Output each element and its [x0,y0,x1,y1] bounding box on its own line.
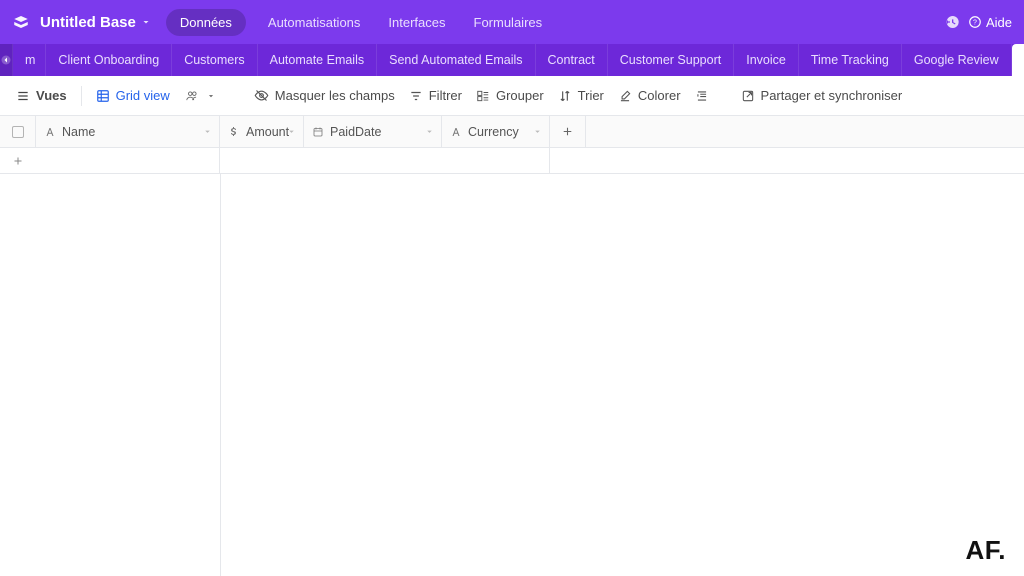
column-amount[interactable]: Amount [220,116,304,147]
gridview-button[interactable]: Grid view [92,84,174,107]
table-tab-invoice[interactable]: Invoice [734,44,799,76]
group-button[interactable]: Grouper [472,84,548,107]
help-button[interactable]: ? Aide [968,15,1012,30]
table-tab-contract[interactable]: Contract [536,44,608,76]
column-paiddate-label: PaidDate [330,125,381,139]
column-divider [220,174,221,576]
grid-canvas: AF. [0,174,1024,576]
view-toolbar: Vues Grid view Masquer les champs Filtre… [0,76,1024,116]
table-tab-customer-support[interactable]: Customer Support [608,44,734,76]
chevron-down-icon[interactable] [424,126,435,137]
column-currency[interactable]: Currency [442,116,550,147]
table-tab-send-automated-emails[interactable]: Send Automated Emails [377,44,535,76]
tabs-scroll-left[interactable] [0,44,13,76]
add-field-button[interactable] [550,116,586,147]
table-tab-time-tracking[interactable]: Time Tracking [799,44,902,76]
table-tab-automate-emails[interactable]: Automate Emails [258,44,377,76]
history-icon[interactable] [944,14,960,30]
nav-automations[interactable]: Automatisations [254,15,375,30]
share-sync-button[interactable]: Partager et synchroniser [737,84,907,107]
chevron-down-icon[interactable] [532,126,543,137]
chevron-down-icon[interactable] [202,126,213,137]
table-tab-client-onboarding[interactable]: Client Onboarding [46,44,172,76]
filter-label: Filtrer [429,88,462,103]
add-record-row[interactable] [0,148,1024,174]
group-label: Grouper [496,88,544,103]
hide-fields-label: Masquer les champs [275,88,395,103]
table-tab-expenses[interactable]: Expenses [1012,44,1024,76]
table-tab-customers[interactable]: Customers [172,44,257,76]
column-amount-label: Amount [246,125,289,139]
share-sync-label: Partager et synchroniser [761,88,903,103]
color-button[interactable]: Colorer [614,84,685,107]
nav-forms[interactable]: Formulaires [460,15,557,30]
base-title[interactable]: Untitled Base [40,14,136,31]
app-logo-icon[interactable] [12,13,30,31]
chevron-down-icon[interactable] [286,126,297,137]
gridview-label: Grid view [116,88,170,103]
views-toggle[interactable]: Vues [12,84,71,107]
watermark: AF. [966,535,1007,566]
table-tab-fragment[interactable]: m [13,44,46,76]
hide-fields-button[interactable]: Masquer les champs [250,84,399,107]
currency-field-icon [228,126,240,138]
sort-label: Trier [578,88,604,103]
column-name-label: Name [62,125,95,139]
plus-icon [0,155,36,167]
row-height-button[interactable] [691,85,713,107]
column-paiddate[interactable]: PaidDate [304,116,442,147]
help-label: Aide [986,15,1012,30]
views-label: Vues [36,88,67,103]
text-field-icon [44,126,56,138]
chevron-down-icon[interactable] [140,16,152,28]
view-collaborators[interactable] [180,85,220,107]
sort-button[interactable]: Trier [554,84,608,107]
color-label: Colorer [638,88,681,103]
date-field-icon [312,126,324,138]
svg-text:?: ? [973,19,977,26]
filter-button[interactable]: Filtrer [405,84,466,107]
grid-header: Name Amount PaidDate Currency [0,116,1024,148]
table-tab-google-review[interactable]: Google Review [902,44,1012,76]
text-field-icon [450,126,462,138]
tables-tabbar: m Client Onboarding Customers Automate E… [0,44,1024,76]
column-name[interactable]: Name [36,116,220,147]
column-currency-label: Currency [468,125,519,139]
nav-data[interactable]: Données [166,9,246,36]
select-all-checkbox[interactable] [0,116,36,147]
nav-interfaces[interactable]: Interfaces [374,15,459,30]
app-header: Untitled Base Données Automatisations In… [0,0,1024,44]
